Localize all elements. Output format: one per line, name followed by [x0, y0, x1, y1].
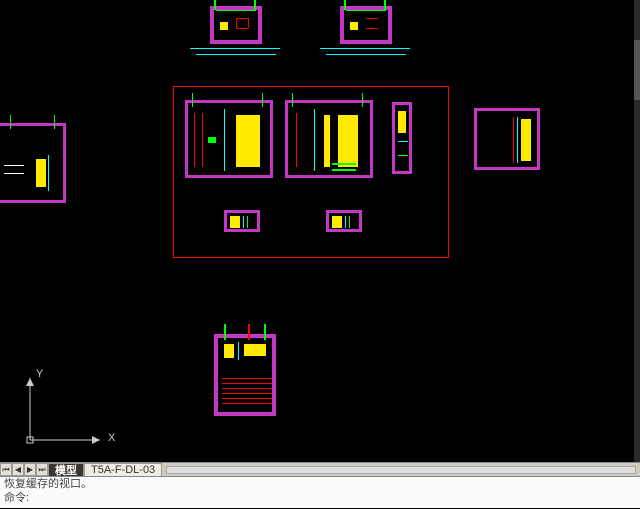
- plan-left-partial: [0, 115, 70, 215]
- plan-room-a: [185, 100, 273, 178]
- tab-nav-prev[interactable]: ◀: [12, 463, 24, 476]
- tab-nav-next[interactable]: ▶: [24, 463, 36, 476]
- plan-room-bottom: [214, 334, 276, 416]
- tab-nav-first[interactable]: ⏮: [0, 463, 12, 476]
- elevation-block-2: [320, 0, 410, 60]
- tab-scroll-track[interactable]: [166, 466, 636, 474]
- command-history-line: 恢复缓存的视口。: [4, 477, 636, 491]
- elevation-block-1: [190, 0, 280, 60]
- app-root: { "tabs": { "nav_first": "⏮", "nav_prev"…: [0, 0, 640, 509]
- tab-layout-1[interactable]: T5A-F-DL-03: [84, 463, 162, 476]
- plan-room-b: [285, 100, 373, 178]
- plan-detail-small-2: [326, 210, 362, 232]
- drawing-canvas[interactable]: X Y: [0, 0, 640, 462]
- plan-detail-small-1: [224, 210, 260, 232]
- ucs-x-label: X: [108, 432, 115, 444]
- vertical-scrollbar-thumb[interactable]: [634, 40, 640, 100]
- command-prompt-label: 命令:: [4, 491, 29, 505]
- ucs-icon: X Y: [20, 370, 110, 450]
- plan-detail-tall: [392, 102, 412, 174]
- plan-room-isolated: [474, 108, 540, 170]
- tab-model[interactable]: 模型: [48, 463, 84, 476]
- tab-nav-last[interactable]: ⏭: [36, 463, 48, 476]
- vertical-scrollbar[interactable]: [634, 0, 640, 462]
- layout-tabs-bar: ⏮ ◀ ▶ ⏭ 模型 T5A-F-DL-03: [0, 462, 640, 476]
- command-input[interactable]: [29, 492, 636, 505]
- command-area: 恢复缓存的视口。 命令:: [0, 476, 640, 508]
- ucs-y-label: Y: [36, 368, 43, 380]
